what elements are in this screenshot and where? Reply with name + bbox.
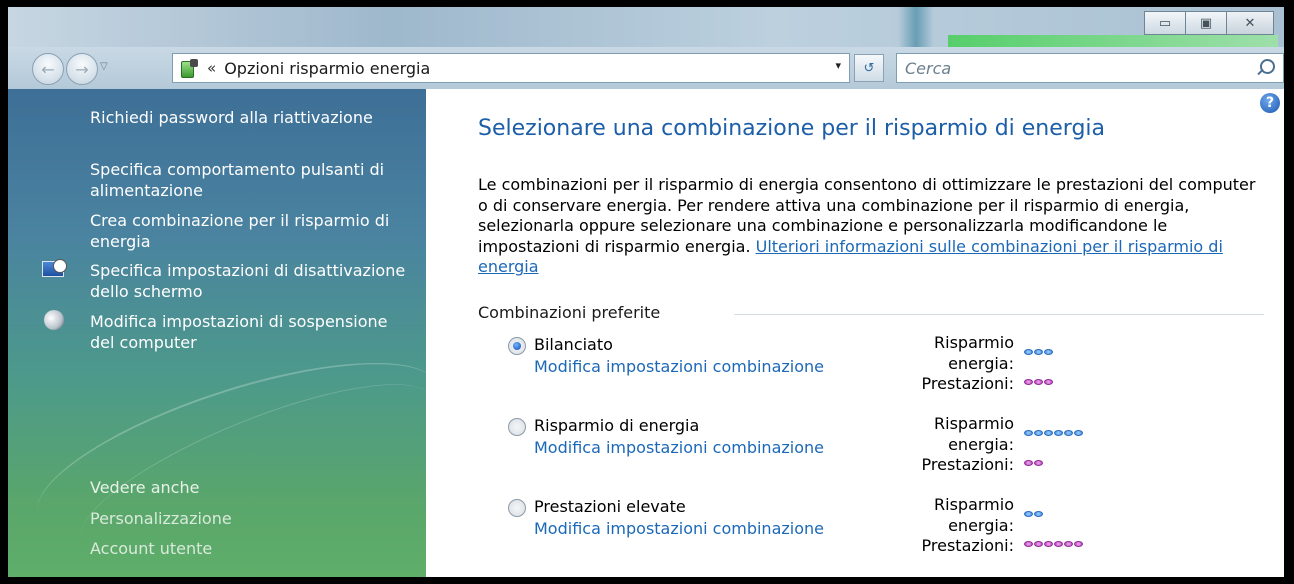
breadcrumb-chevron[interactable]: « [207, 59, 216, 77]
sidebar-task-sleep[interactable]: Modifica impostazioni di sospensione del… [90, 311, 410, 353]
performance-dot [1034, 541, 1043, 547]
preferred-plans-label: Combinazioni preferite [478, 303, 661, 322]
plan-name[interactable]: Prestazioni elevate [534, 497, 686, 516]
main-content: ? Selezionare una combinazione per il ri… [426, 89, 1284, 577]
refresh-icon: ↺ [863, 60, 875, 76]
edit-plan-link[interactable]: Modifica impostazioni combinazione [534, 438, 834, 458]
saving-dot [1034, 349, 1043, 355]
performance-dot [1024, 541, 1033, 547]
group-divider [734, 314, 1264, 315]
saving-dot [1044, 349, 1053, 355]
plan-high-performance: Prestazioni elevate Modifica impostazion… [508, 495, 1268, 567]
saving-meter [1024, 349, 1054, 355]
plan-radio[interactable] [508, 418, 526, 436]
plan-meter-labels: Risparmio energia: Prestazioni: [888, 333, 1014, 395]
saving-label-2: energia: [948, 515, 1014, 535]
sidebar-task-create-plan[interactable]: Crea combinazione per il risparmio di en… [90, 210, 410, 252]
saving-meter [1024, 430, 1084, 436]
moon-icon [42, 310, 66, 330]
saving-label-2: energia: [948, 434, 1014, 454]
performance-label: Prestazioni: [921, 374, 1014, 393]
plan-power-saver: Risparmio di energia Modifica impostazio… [508, 414, 1268, 486]
search-input[interactable]: Cerca [896, 53, 1284, 83]
saving-label: Risparmio [934, 495, 1014, 514]
navigation-bar: ← → ▽ « Opzioni risparmio energia ▾ ↺ Ce… [8, 47, 1284, 89]
performance-dot [1054, 541, 1063, 547]
see-also-user-accounts[interactable]: Account utente [90, 538, 410, 559]
plan-name[interactable]: Bilanciato [534, 335, 613, 354]
saving-dot [1024, 349, 1033, 355]
sidebar-task-power-buttons[interactable]: Specifica comportamento pulsanti di alim… [90, 159, 410, 201]
performance-label: Prestazioni: [921, 536, 1014, 555]
minimize-icon: ▭ [1158, 15, 1172, 31]
title-bar[interactable]: ▭ ▣ ✕ [8, 7, 1284, 97]
saving-dot [1054, 430, 1063, 436]
saving-dot [1024, 430, 1033, 436]
saving-dot [1064, 430, 1073, 436]
minimize-button[interactable]: ▭ [1144, 11, 1186, 35]
plan-meter-labels: Risparmio energia: Prestazioni: [888, 414, 1014, 476]
saving-dot [1034, 430, 1043, 436]
plan-balanced: Bilanciato Modifica impostazioni combina… [508, 333, 1268, 405]
help-icon[interactable]: ? [1260, 93, 1280, 113]
saving-meter [1024, 511, 1044, 517]
refresh-button[interactable]: ↺ [854, 54, 884, 82]
power-options-icon [177, 58, 199, 78]
address-bar[interactable]: « Opzioni risparmio energia ▾ [172, 53, 850, 83]
saving-dot [1044, 430, 1053, 436]
performance-dot [1074, 541, 1083, 547]
performance-dot [1024, 460, 1033, 466]
performance-dot [1064, 541, 1073, 547]
forward-button[interactable]: → [66, 53, 98, 85]
close-button[interactable]: ✕ [1227, 11, 1274, 35]
saving-dot [1024, 511, 1033, 517]
edit-plan-link[interactable]: Modifica impostazioni combinazione [534, 519, 834, 539]
monitor-clock-icon [42, 259, 67, 279]
sidebar-task-display-off[interactable]: Specifica impostazioni di disattivazione… [90, 260, 410, 302]
forward-arrow-icon: → [75, 59, 89, 79]
performance-meter [1024, 460, 1044, 466]
performance-meter [1024, 541, 1084, 547]
see-also-heading: Vedere anche [90, 478, 200, 497]
plan-name[interactable]: Risparmio di energia [534, 416, 699, 435]
page-title: Selezionare una combinazione per il risp… [478, 116, 1105, 141]
back-arrow-icon: ← [41, 59, 55, 79]
saving-label: Risparmio [934, 414, 1014, 433]
breadcrumb-current[interactable]: Opzioni risparmio energia [224, 59, 430, 78]
sidebar-task-require-password[interactable]: Richiedi password alla riattivazione [90, 107, 410, 128]
page-description: Le combinazioni per il risparmio di ener… [478, 175, 1268, 278]
maximize-button[interactable]: ▣ [1186, 11, 1227, 35]
saving-dot [1034, 511, 1043, 517]
edit-plan-link[interactable]: Modifica impostazioni combinazione [534, 357, 834, 377]
plan-radio[interactable] [508, 337, 526, 355]
search-icon[interactable] [1260, 59, 1275, 74]
saving-label: Risparmio [934, 333, 1014, 352]
caption-buttons: ▭ ▣ ✕ [1144, 11, 1274, 35]
performance-dot [1034, 379, 1043, 385]
plan-meter-labels: Risparmio energia: Prestazioni: [888, 495, 1014, 557]
saving-dot [1074, 430, 1083, 436]
control-panel-window: ▭ ▣ ✕ ← → ▽ « Opzioni risparmio energia … [8, 7, 1284, 577]
performance-dot [1024, 379, 1033, 385]
performance-dot [1044, 541, 1053, 547]
see-also-personalization[interactable]: Personalizzazione [90, 508, 410, 529]
saving-label-2: energia: [948, 353, 1014, 373]
close-icon: ✕ [1244, 15, 1256, 31]
task-pane: Richiedi password alla riattivazione Spe… [8, 89, 457, 577]
maximize-icon: ▣ [1199, 15, 1213, 31]
address-dropdown-icon[interactable]: ▾ [835, 59, 841, 72]
performance-meter [1024, 379, 1054, 385]
plan-radio[interactable] [508, 499, 526, 517]
search-placeholder: Cerca [905, 58, 952, 78]
performance-label: Prestazioni: [921, 455, 1014, 474]
recent-pages-dropdown-icon[interactable]: ▽ [100, 61, 108, 72]
performance-dot [1044, 379, 1053, 385]
performance-dot [1034, 460, 1043, 466]
back-button[interactable]: ← [32, 53, 64, 85]
